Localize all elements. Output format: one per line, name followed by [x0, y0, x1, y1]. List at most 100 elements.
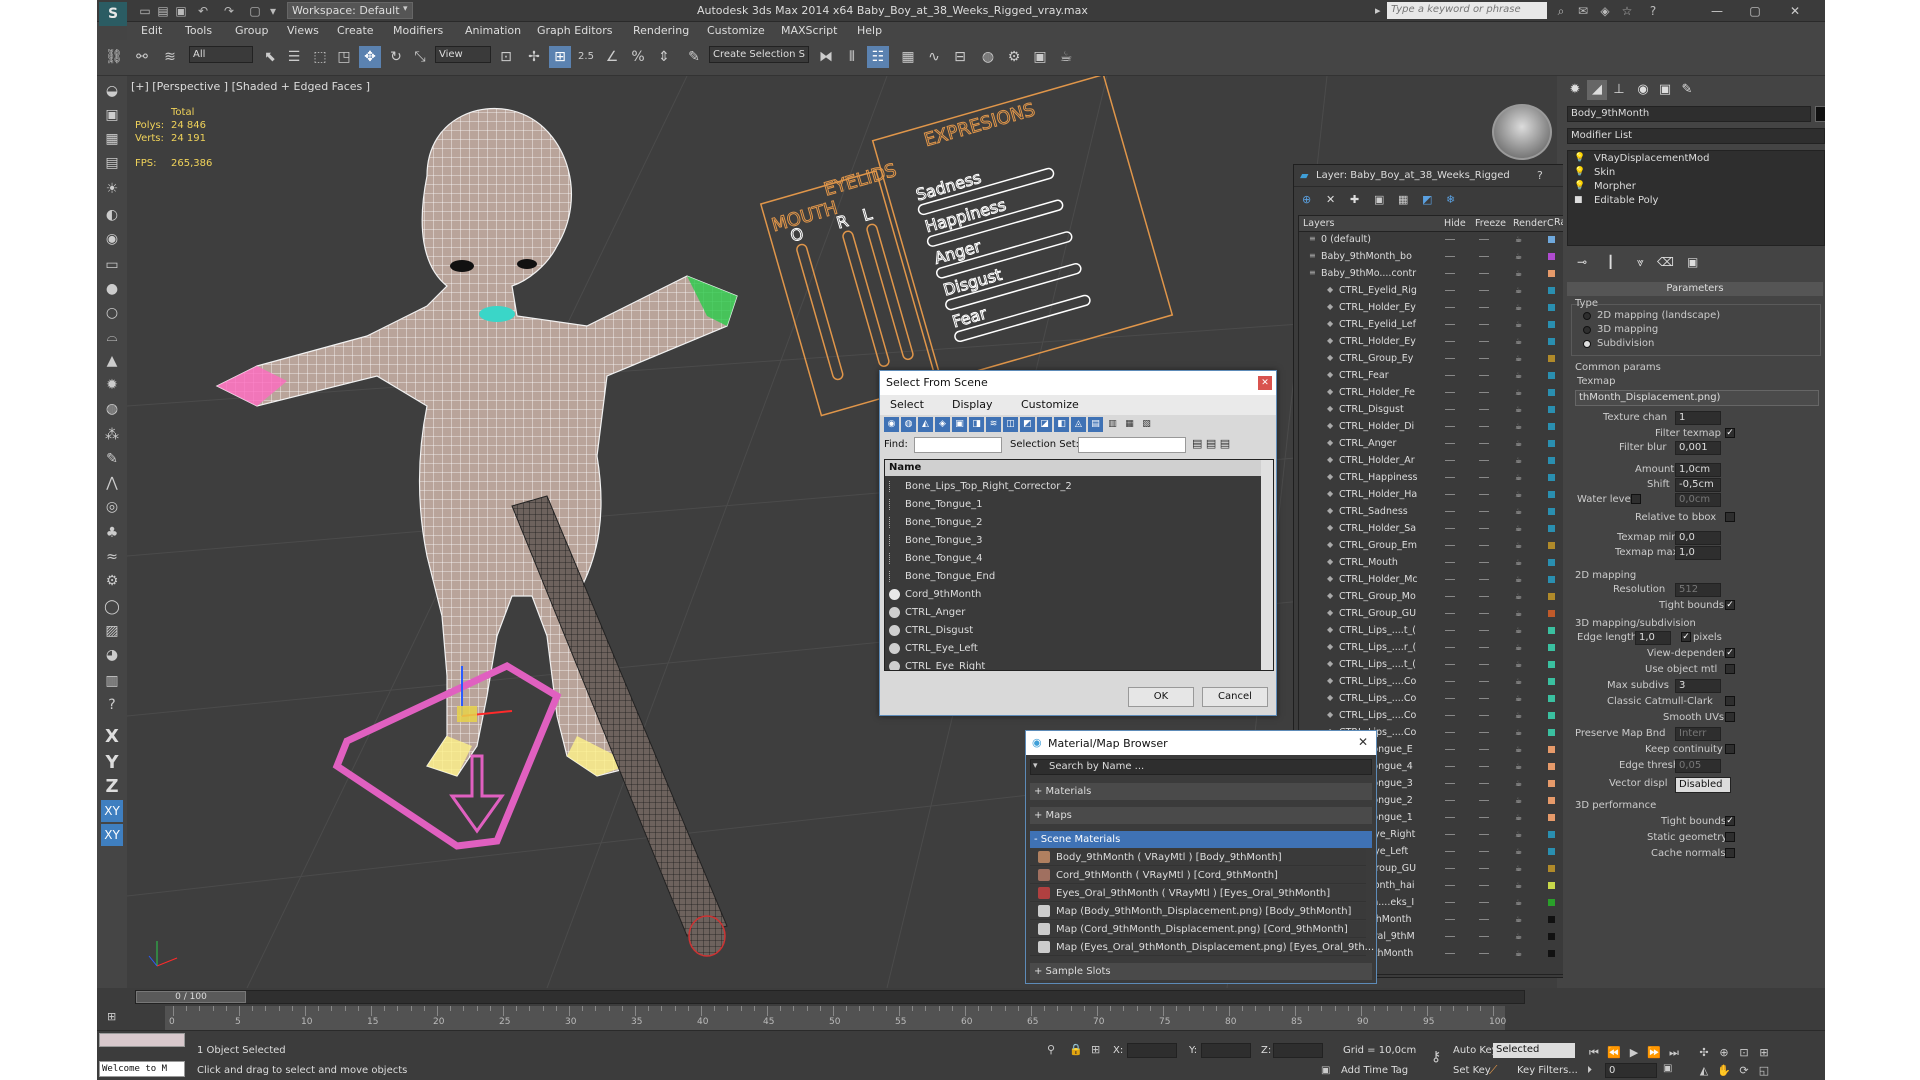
freeze-toggle[interactable]	[1479, 545, 1489, 546]
layer-row[interactable]: CTRL_Group_Mo ◆ ☕	[1299, 590, 1577, 604]
freeze-toggle[interactable]	[1479, 596, 1489, 597]
sfs-menu-select[interactable]: Select	[890, 398, 924, 411]
material-row[interactable]: Map (Body_9thMonth_Displacement.png) [Bo…	[1030, 903, 1366, 920]
layer-row[interactable]: CTRL_Eyelid_Rig ◆ ☕	[1299, 284, 1577, 298]
sfs-filter-icon[interactable]: ▦	[1122, 417, 1137, 432]
modify-tab-icon[interactable]: ◢	[1587, 80, 1607, 100]
sfs-selset-tools-icon[interactable]: ▤ ▤ ▤	[1192, 437, 1230, 450]
add-to-layer-icon[interactable]: ✚	[1350, 193, 1359, 206]
layer-row[interactable]: CTRL_Lips_....Co ◆ ☕	[1299, 675, 1577, 689]
layer-color-swatch[interactable]	[1548, 525, 1555, 532]
pin-stack-icon[interactable]: ⊸	[1577, 255, 1587, 269]
texmap-min-spinner[interactable]: 0,0	[1675, 531, 1721, 545]
layer-row[interactable]: CTRL_Lips_....r_(◆ ☕	[1299, 641, 1577, 655]
rect-selection-icon[interactable]: ⬚	[309, 46, 331, 68]
sfs-filter-icon[interactable]: ◧	[1054, 417, 1069, 432]
remove-modifier-icon[interactable]: ⌫	[1657, 255, 1674, 269]
render-teapot-icon[interactable]: ☕	[1515, 694, 1524, 703]
freeze-toggle[interactable]	[1479, 817, 1489, 818]
hide-toggle[interactable]	[1445, 307, 1455, 308]
freeze-toggle[interactable]	[1479, 426, 1489, 427]
next-frame-icon[interactable]: ⏩	[1645, 1045, 1663, 1061]
layer-color-swatch[interactable]	[1548, 389, 1555, 396]
key-selection-dropdown[interactable]: Selected	[1493, 1043, 1575, 1058]
radio-2d-mapping[interactable]	[1583, 312, 1591, 320]
render-teapot-icon[interactable]: ☕	[1515, 830, 1524, 839]
sfs-row[interactable]: Cord_9thMonth	[885, 586, 1261, 604]
align-icon[interactable]: ⫴	[841, 46, 863, 68]
hide-toggle[interactable]	[1445, 579, 1455, 580]
play-icon[interactable]: ▶	[1625, 1045, 1643, 1061]
layer-help-button[interactable]: ?	[1537, 169, 1543, 182]
sfs-scrollbar[interactable]	[1261, 460, 1273, 670]
render-teapot-icon[interactable]: ☕	[1515, 473, 1524, 482]
selection-filter-dropdown[interactable]: All	[189, 46, 253, 63]
create-layer-icon[interactable]: ⊕	[1302, 193, 1311, 206]
sfs-filter-icon[interactable]: ▤	[1088, 417, 1103, 432]
orbit-icon[interactable]: ⟳	[1735, 1063, 1753, 1079]
freeze-toggle[interactable]	[1479, 936, 1489, 937]
sfs-row[interactable]: CTRL_Eye_Left	[885, 640, 1261, 658]
sfs-filter-icon[interactable]: ◨	[969, 417, 984, 432]
layer-color-swatch[interactable]	[1548, 287, 1555, 294]
render-teapot-icon[interactable]: ☕	[1515, 796, 1524, 805]
modifier-stack-item[interactable]: 💡 VRayDisplacementMod	[1570, 153, 1820, 167]
save-file-icon[interactable]: ▣	[173, 3, 189, 19]
select-manipulate-icon[interactable]: ✢	[523, 46, 545, 68]
render-teapot-icon[interactable]: ☕	[1515, 949, 1524, 958]
freeze-toggle[interactable]	[1479, 630, 1489, 631]
object-color-swatch[interactable]	[1815, 106, 1825, 122]
render-teapot-icon[interactable]: ☕	[1515, 915, 1524, 924]
render-teapot-icon[interactable]: ☕	[1515, 711, 1524, 720]
freeze-toggle[interactable]	[1479, 647, 1489, 648]
freeze-all-icon[interactable]: ❄	[1446, 193, 1455, 206]
render-teapot-icon[interactable]: ☕	[1515, 490, 1524, 499]
pan-icon[interactable]: ✋	[1715, 1063, 1733, 1079]
menu-create[interactable]: Create	[337, 24, 374, 37]
hide-toggle[interactable]	[1445, 460, 1455, 461]
layer-color-swatch[interactable]	[1548, 831, 1555, 838]
tool-tripod-icon[interactable]: ⋀	[101, 472, 123, 494]
menu-views[interactable]: Views	[287, 24, 319, 37]
highlight-layer-icon[interactable]: ▦	[1398, 193, 1408, 206]
hide-toggle[interactable]	[1445, 426, 1455, 427]
render-teapot-icon[interactable]: ☕	[1515, 303, 1524, 312]
layer-color-swatch[interactable]	[1548, 508, 1555, 515]
layer-row[interactable]: CTRL_Fear ◆ ☕	[1299, 369, 1577, 383]
layer-color-swatch[interactable]	[1548, 899, 1555, 906]
texmap-max-spinner[interactable]: 1,0	[1675, 546, 1721, 560]
auto-key-button[interactable]: Auto Key	[1453, 1045, 1498, 1056]
maxscript-listener-top[interactable]	[99, 1033, 185, 1047]
sfs-filter-icon[interactable]: ◩	[1020, 417, 1035, 432]
keep-continuity-checkbox[interactable]	[1725, 744, 1735, 754]
freeze-toggle[interactable]	[1479, 783, 1489, 784]
hide-toggle[interactable]	[1445, 851, 1455, 852]
menu-maxscript[interactable]: MAXScript	[781, 24, 837, 37]
layer-color-swatch[interactable]	[1548, 338, 1555, 345]
freeze-toggle[interactable]	[1479, 868, 1489, 869]
mb-sample-slots-section[interactable]: + Sample Slots	[1030, 963, 1372, 980]
hide-toggle[interactable]	[1445, 324, 1455, 325]
render-teapot-icon[interactable]: ☕	[1515, 779, 1524, 788]
tool-grid-icon[interactable]: ▦	[101, 128, 123, 150]
add-time-tag[interactable]: Add Time Tag	[1341, 1065, 1408, 1076]
hide-toggle[interactable]	[1445, 766, 1455, 767]
axis-y-button[interactable]: Y	[101, 752, 123, 774]
mb-search-input[interactable]: Search by Name ...	[1049, 761, 1144, 772]
maximize-button[interactable]: ▢	[1737, 1, 1773, 21]
mb-materials-section[interactable]: + Materials	[1030, 783, 1372, 800]
sfs-filter-icon[interactable]: ▣	[952, 417, 967, 432]
tool-info-icon[interactable]: ?	[101, 694, 123, 716]
sfs-close-button[interactable]: ✕	[1258, 376, 1272, 390]
hierarchy-tab-icon[interactable]: ⊥	[1609, 80, 1629, 100]
hide-toggle[interactable]	[1445, 868, 1455, 869]
hide-toggle[interactable]	[1445, 783, 1455, 784]
render-teapot-icon[interactable]: ☕	[1515, 354, 1524, 363]
schematic-view-icon[interactable]: ⊟	[949, 46, 971, 68]
menu-help[interactable]: Help	[857, 24, 882, 37]
tool-world-icon[interactable]: ◕	[101, 644, 123, 666]
freeze-toggle[interactable]	[1479, 766, 1489, 767]
layer-color-swatch[interactable]	[1548, 576, 1555, 583]
hide-toggle[interactable]	[1445, 477, 1455, 478]
hide-toggle[interactable]	[1445, 800, 1455, 801]
